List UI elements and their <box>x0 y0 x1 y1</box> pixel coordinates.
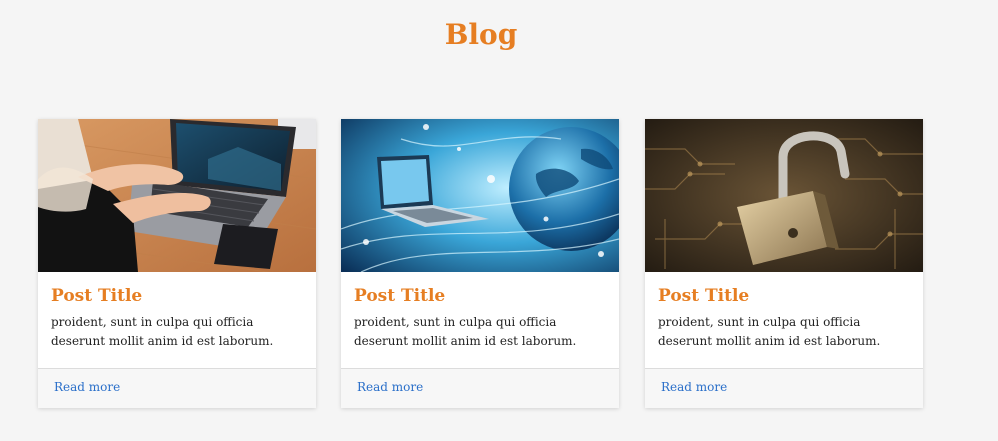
post-image-laptop-globe <box>341 119 619 272</box>
post-title: Post Title <box>354 286 446 306</box>
post-excerpt: proident, sunt in culpa qui officia dese… <box>51 315 274 348</box>
card-footer: Read more <box>341 368 619 408</box>
read-more-link[interactable]: Read more <box>661 380 727 394</box>
blog-card: Post Title proident, sunt in culpa qui o… <box>645 119 923 408</box>
read-more-link[interactable]: Read more <box>357 380 423 394</box>
card-footer: Read more <box>38 368 316 408</box>
read-more-link[interactable]: Read more <box>54 380 120 394</box>
post-title: Post Title <box>51 286 143 306</box>
card-body: Post Title proident, sunt in culpa qui o… <box>38 272 316 368</box>
card-body: Post Title proident, sunt in culpa qui o… <box>341 272 619 368</box>
blog-page: Blog Post Title proident, sunt in culpa … <box>0 0 998 441</box>
page-title: Blog <box>444 18 518 51</box>
post-image-padlock-circuit <box>645 119 923 272</box>
post-excerpt: proident, sunt in culpa qui officia dese… <box>658 315 881 348</box>
card-body: Post Title proident, sunt in culpa qui o… <box>645 272 923 368</box>
post-image-laptop-desk <box>38 119 316 272</box>
post-title: Post Title <box>658 286 750 306</box>
blog-card: Post Title proident, sunt in culpa qui o… <box>341 119 619 408</box>
card-footer: Read more <box>645 368 923 408</box>
blog-card: Post Title proident, sunt in culpa qui o… <box>38 119 316 408</box>
post-excerpt: proident, sunt in culpa qui officia dese… <box>354 315 577 348</box>
